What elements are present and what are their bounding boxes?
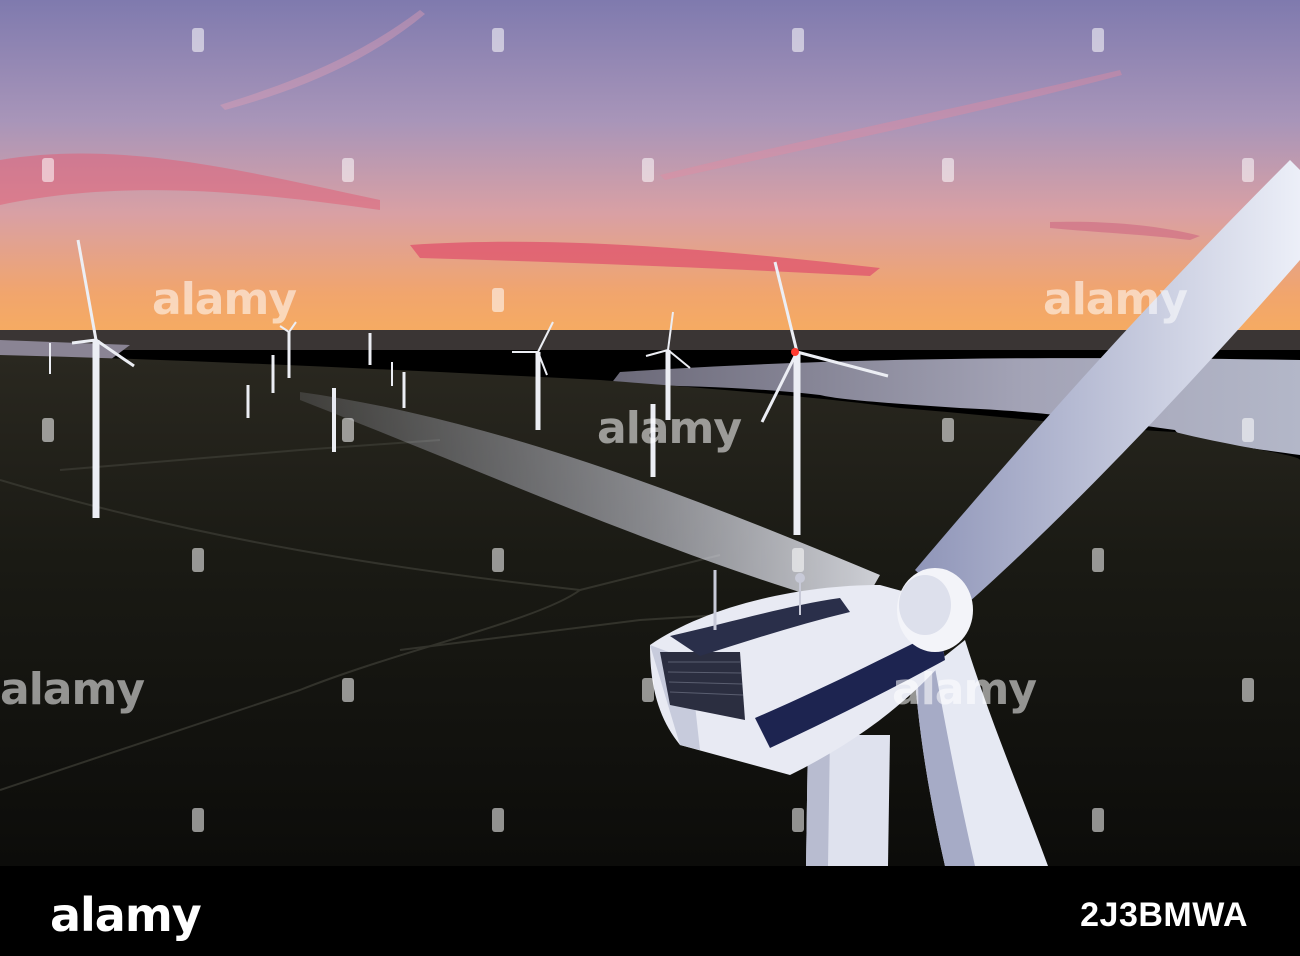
watermark-mark xyxy=(1242,158,1254,182)
watermark-mark xyxy=(792,808,804,832)
watermark-mark xyxy=(1092,28,1104,52)
watermark-mark xyxy=(42,418,54,442)
watermark-text: alamy xyxy=(152,274,297,325)
watermark-mark xyxy=(942,418,954,442)
watermark-mark xyxy=(1092,548,1104,572)
watermark-text: alamy xyxy=(892,664,1037,715)
watermark-mark xyxy=(342,158,354,182)
watermark-text: alamy xyxy=(1043,274,1188,325)
watermark-mark xyxy=(492,28,504,52)
aviation-light xyxy=(791,348,799,356)
watermark-mark xyxy=(42,158,54,182)
image-id: 2J3BMWA xyxy=(1080,896,1248,934)
watermark-mark xyxy=(342,678,354,702)
watermark-text: alamy xyxy=(0,664,145,715)
far-shore xyxy=(0,330,1300,350)
watermark-mark xyxy=(342,418,354,442)
watermark-mark xyxy=(642,678,654,702)
watermark-mark xyxy=(192,548,204,572)
watermark-mark xyxy=(642,158,654,182)
watermark-mark xyxy=(1242,418,1254,442)
watermark-mark xyxy=(792,28,804,52)
watermark-mark xyxy=(492,288,504,312)
watermark-mark xyxy=(192,28,204,52)
watermark-mark xyxy=(1242,678,1254,702)
watermark-mark xyxy=(492,808,504,832)
watermark-mark xyxy=(792,548,804,572)
footer-bar: alamy 2J3BMWA xyxy=(0,866,1300,956)
watermark-mark xyxy=(492,548,504,572)
watermark-mark xyxy=(942,158,954,182)
watermark-mark xyxy=(1092,808,1104,832)
watermark-text: alamy xyxy=(597,403,742,454)
alamy-logo: alamy xyxy=(50,888,202,942)
watermark-mark xyxy=(192,808,204,832)
